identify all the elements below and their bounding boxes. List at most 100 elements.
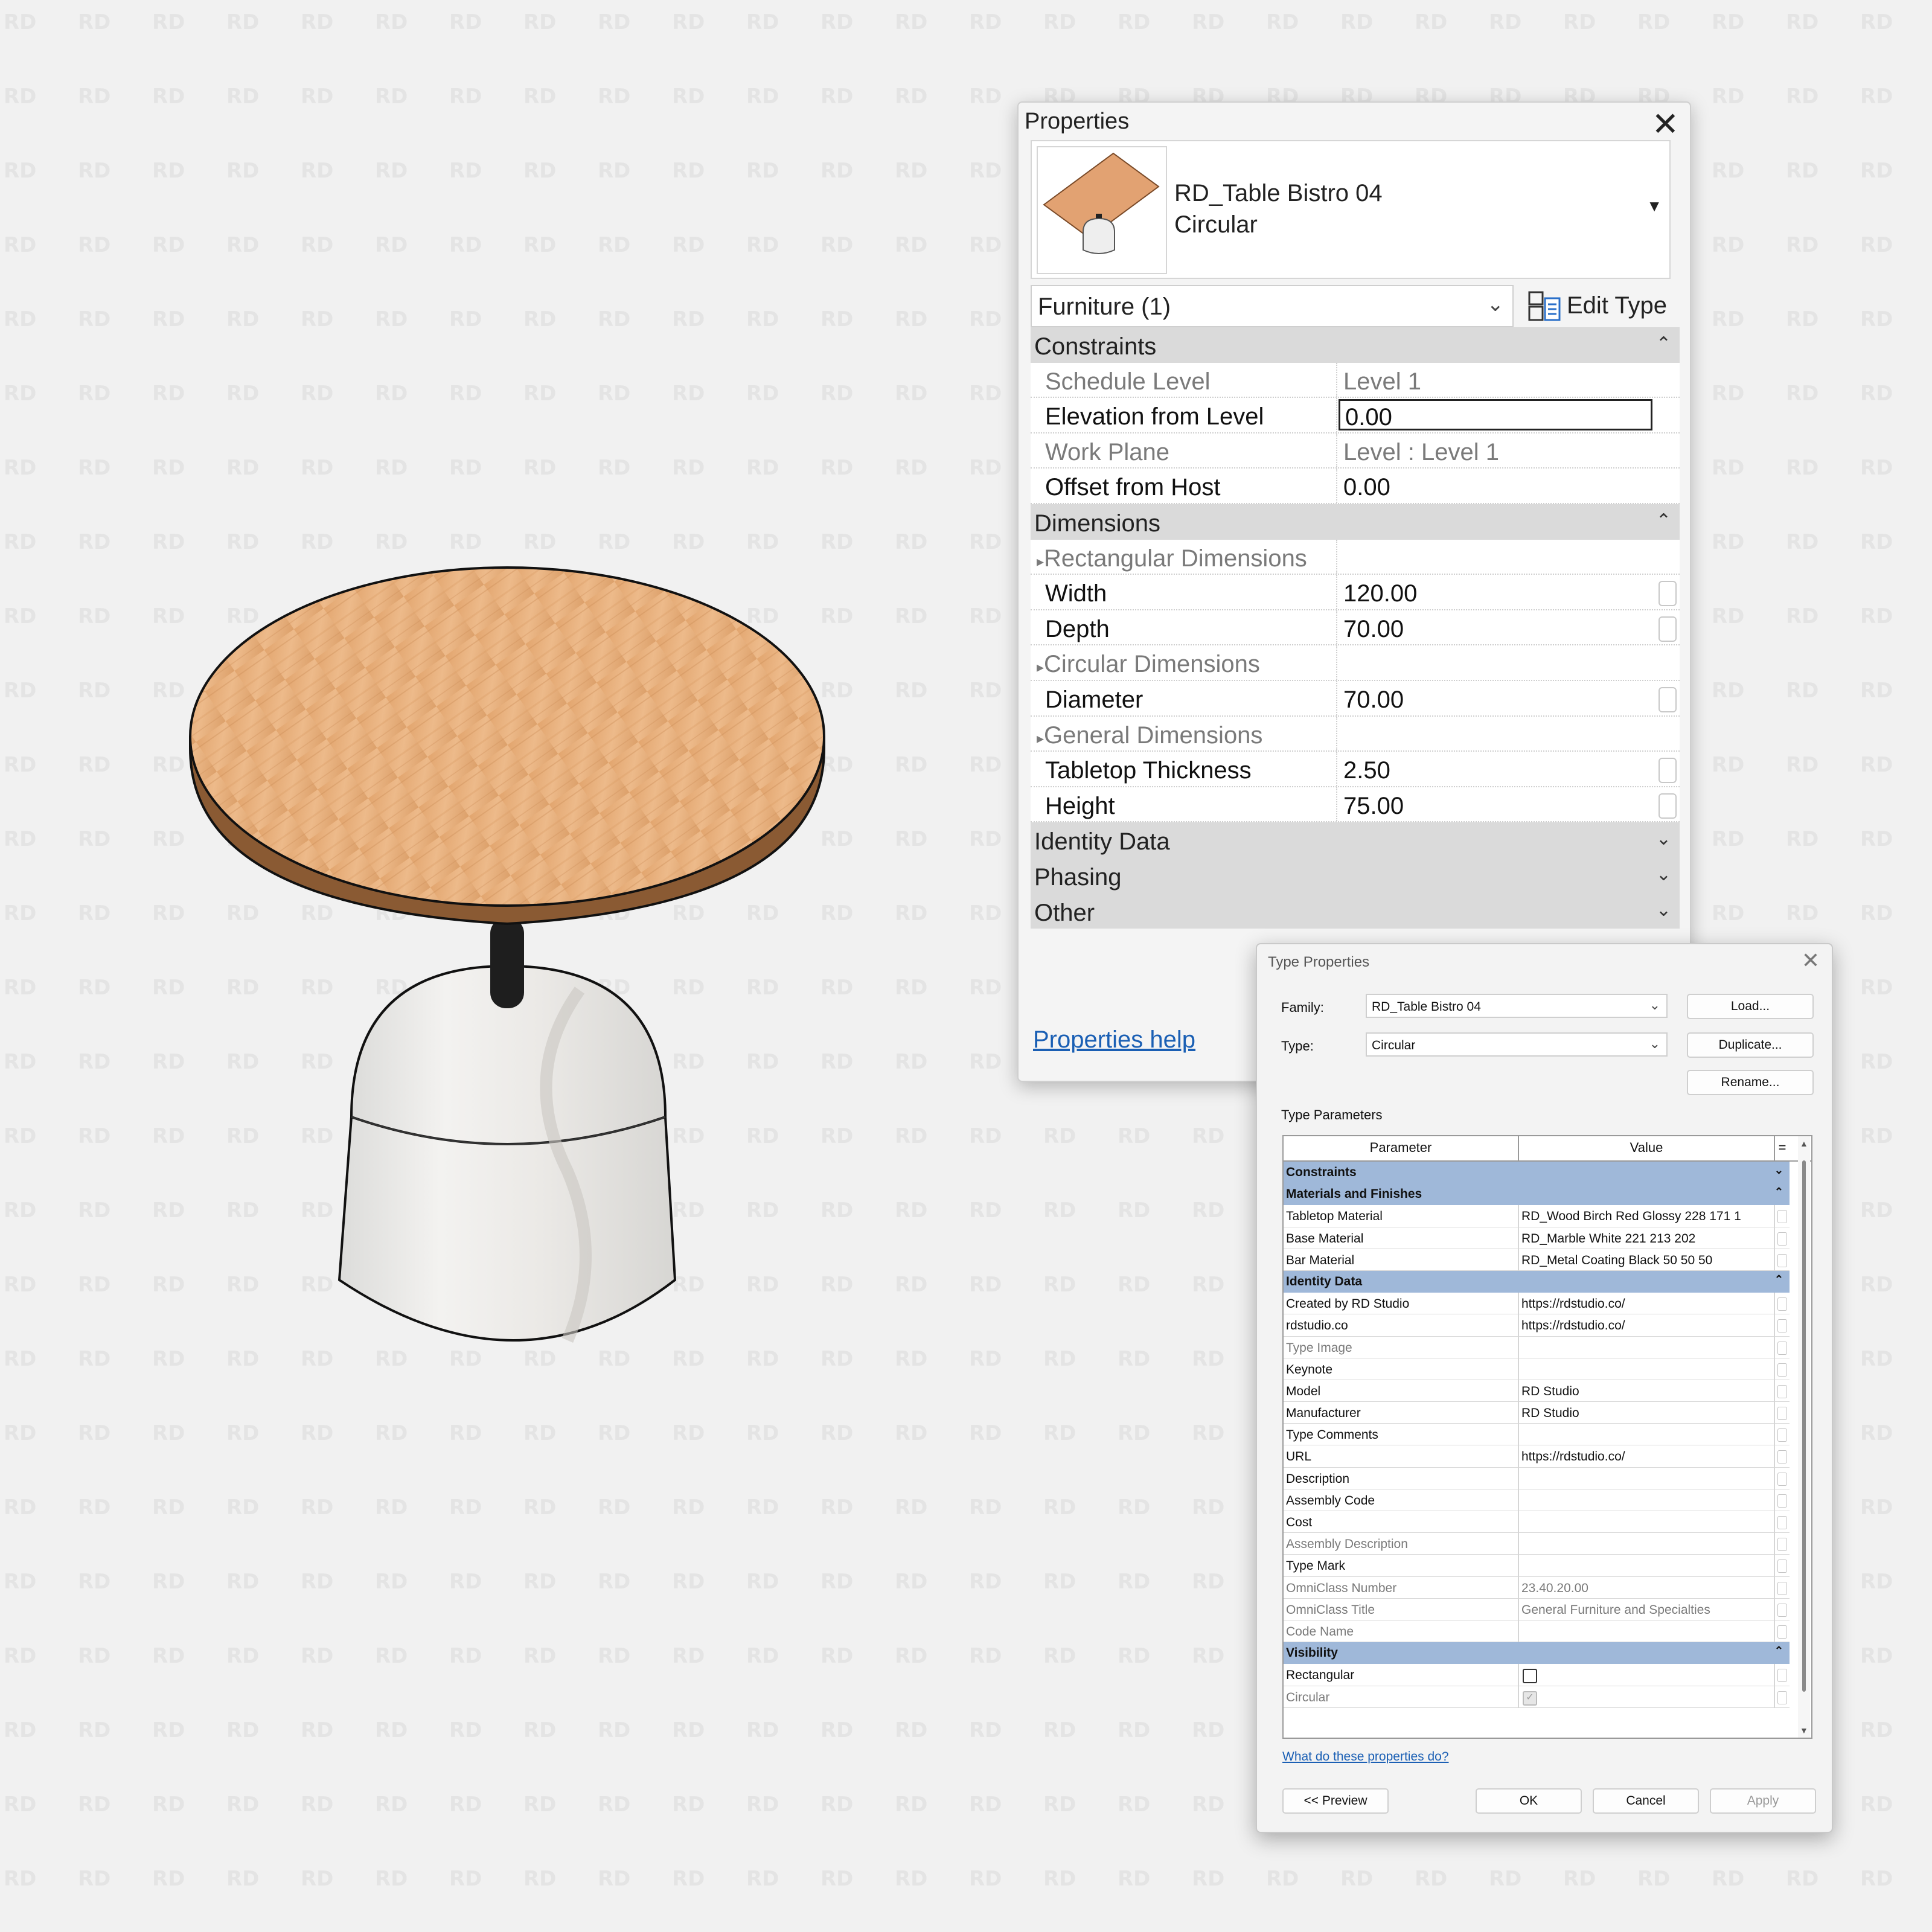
param-row[interactable]: Type Mark <box>1284 1555 1790 1577</box>
param-row[interactable]: Manufacturer RD Studio <box>1284 1402 1790 1424</box>
group-constraints[interactable]: Constraints ⌃ <box>1031 327 1680 363</box>
associate-parameter-button[interactable] <box>1777 1494 1787 1508</box>
param-row[interactable]: Code Name <box>1284 1620 1790 1643</box>
column-formula[interactable]: = <box>1775 1136 1790 1160</box>
param-row[interactable]: Tabletop Material RD_Wood Birch Red Gloss… <box>1284 1205 1790 1227</box>
param-value[interactable]: RD_Metal Coating Black 50 50 50 <box>1521 1253 1769 1268</box>
group-dimensions[interactable]: Dimensions ⌃ <box>1031 504 1680 540</box>
param-value[interactable]: 70.00 <box>1339 610 1652 645</box>
associate-parameter-button[interactable] <box>1659 758 1677 784</box>
param-row[interactable]: Created by RD Studio https://rdstudio.co/ <box>1284 1293 1790 1315</box>
param-row[interactable]: Elevation from Level 0.00 <box>1031 398 1680 433</box>
expand-icon[interactable]: ⌄ <box>1656 864 1671 885</box>
expand-icon[interactable]: ⌄ <box>1656 900 1671 921</box>
scroll-up-icon[interactable]: ▲ <box>1800 1139 1808 1148</box>
param-row[interactable]: rdstudio.co https://rdstudio.co/ <box>1284 1314 1790 1337</box>
param-value[interactable]: https://rdstudio.co/ <box>1521 1319 1769 1333</box>
associate-parameter-button[interactable] <box>1659 686 1677 712</box>
associate-parameter-button[interactable] <box>1777 1690 1787 1704</box>
param-row[interactable]: Tabletop Thickness 2.50 <box>1031 752 1680 787</box>
ok-button[interactable]: OK <box>1476 1788 1582 1814</box>
param-row[interactable]: Model RD Studio <box>1284 1380 1790 1403</box>
param-row[interactable]: URL https://rdstudio.co/ <box>1284 1445 1790 1468</box>
param-row[interactable]: Schedule Level Level 1 <box>1031 362 1680 398</box>
expand-triangle-icon[interactable]: ▸ <box>1037 659 1044 676</box>
instance-filter-dropdown[interactable]: Furniture (1) ⌄ <box>1031 285 1514 327</box>
param-value[interactable]: https://rdstudio.co/ <box>1521 1450 1769 1464</box>
associate-parameter-button[interactable] <box>1777 1581 1787 1595</box>
type-selector[interactable]: RD_Table Bistro 04 Circular ▼ <box>1031 140 1671 279</box>
param-row[interactable]: Bar Material RD_Metal Coating Black 50 50… <box>1284 1249 1790 1271</box>
param-value[interactable]: General Furniture and Specialties <box>1521 1603 1769 1617</box>
preview-button[interactable]: << Preview <box>1282 1788 1389 1814</box>
scroll-down-icon[interactable]: ▼ <box>1800 1726 1808 1735</box>
associate-parameter-button[interactable] <box>1777 1210 1787 1224</box>
cancel-button[interactable]: Cancel <box>1593 1788 1699 1814</box>
param-value[interactable]: https://rdstudio.co/ <box>1521 1297 1769 1311</box>
param-value[interactable]: RD Studio <box>1521 1384 1769 1399</box>
caret-down-icon[interactable]: ▼ <box>1646 197 1662 216</box>
collapse-icon[interactable]: ⌃ <box>1774 1645 1783 1657</box>
associate-parameter-button[interactable] <box>1777 1559 1787 1573</box>
param-value[interactable]: RD Studio <box>1521 1406 1769 1421</box>
scrollbar-thumb[interactable] <box>1802 1160 1806 1692</box>
associate-parameter-button[interactable] <box>1777 1407 1787 1421</box>
param-row[interactable]: Rectangular <box>1284 1664 1790 1686</box>
associate-parameter-button[interactable] <box>1777 1319 1787 1333</box>
param-value[interactable]: RD_Wood Birch Red Glossy 228 171 1 <box>1521 1209 1769 1224</box>
type-dropdown[interactable]: Circular ⌄ <box>1366 1032 1668 1057</box>
associate-parameter-button[interactable] <box>1777 1625 1787 1639</box>
expand-icon[interactable]: ⌄ <box>1774 1164 1783 1177</box>
param-row[interactable]: Offset from Host 0.00 <box>1031 469 1680 504</box>
param-value[interactable]: RD_Marble White 221 213 202 <box>1521 1232 1769 1246</box>
associate-parameter-button[interactable] <box>1777 1516 1787 1529</box>
subgroup-row[interactable]: ▸General Dimensions <box>1031 716 1680 752</box>
param-row[interactable]: Base Material RD_Marble White 221 213 202 <box>1284 1227 1790 1249</box>
group-identity-data[interactable]: Identity Data ⌄ <box>1031 822 1680 858</box>
associate-parameter-button[interactable] <box>1777 1450 1787 1464</box>
param-row[interactable]: Type Image <box>1284 1336 1790 1358</box>
param-value[interactable]: 120.00 <box>1339 575 1652 609</box>
visibility-checkbox[interactable] <box>1523 1669 1537 1684</box>
associate-parameter-button[interactable] <box>1777 1363 1787 1377</box>
param-row[interactable]: Height 75.00 <box>1031 787 1680 823</box>
param-row[interactable]: Circular ✓ <box>1284 1686 1790 1708</box>
collapse-icon[interactable]: ⌃ <box>1774 1273 1783 1286</box>
param-row[interactable]: Assembly Code <box>1284 1489 1790 1511</box>
param-row[interactable]: Cost <box>1284 1511 1790 1534</box>
associate-parameter-button[interactable] <box>1777 1669 1787 1683</box>
group-identity[interactable]: Identity Data ⌃ <box>1284 1270 1790 1293</box>
param-row[interactable]: Work Plane Level : Level 1 <box>1031 433 1680 469</box>
group-phasing[interactable]: Phasing ⌄ <box>1031 857 1680 894</box>
collapse-icon[interactable]: ⌃ <box>1774 1186 1783 1198</box>
associate-parameter-button[interactable] <box>1777 1384 1787 1398</box>
expand-icon[interactable]: ⌄ <box>1656 828 1671 849</box>
param-value[interactable]: 70.00 <box>1339 681 1652 715</box>
associate-parameter-button[interactable] <box>1659 616 1677 642</box>
associate-parameter-button[interactable] <box>1777 1341 1787 1355</box>
param-row[interactable]: Width 120.00 <box>1031 575 1680 610</box>
associate-parameter-button[interactable] <box>1777 1232 1787 1246</box>
associate-parameter-button[interactable] <box>1777 1472 1787 1486</box>
subgroup-row[interactable]: ▸Circular Dimensions <box>1031 645 1680 681</box>
vertical-scrollbar[interactable]: ▲ ▼ <box>1798 1136 1810 1738</box>
param-row[interactable]: Diameter 70.00 <box>1031 680 1680 717</box>
close-icon[interactable]: ✕ <box>1652 105 1679 143</box>
param-row[interactable]: Depth 70.00 <box>1031 610 1680 646</box>
group-visibility[interactable]: Visibility ⌃ <box>1284 1642 1790 1665</box>
associate-parameter-button[interactable] <box>1659 793 1677 819</box>
associate-parameter-button[interactable] <box>1777 1428 1787 1442</box>
param-value[interactable]: 2.50 <box>1339 752 1652 786</box>
visibility-checkbox[interactable]: ✓ <box>1523 1690 1537 1706</box>
associate-parameter-button[interactable] <box>1777 1538 1787 1552</box>
associate-parameter-button[interactable] <box>1659 581 1677 607</box>
collapse-icon[interactable]: ⌃ <box>1656 510 1671 531</box>
family-dropdown[interactable]: RD_Table Bistro 04 ⌄ <box>1366 994 1668 1018</box>
param-value-input[interactable]: 0.00 <box>1339 399 1652 431</box>
expand-triangle-icon[interactable]: ▸ <box>1037 554 1044 570</box>
column-value[interactable]: Value <box>1519 1136 1775 1160</box>
param-row[interactable]: Assembly Description <box>1284 1533 1790 1555</box>
apply-button[interactable]: Apply <box>1710 1788 1816 1814</box>
load-button[interactable]: Load... <box>1687 994 1814 1019</box>
param-row[interactable]: Description <box>1284 1467 1790 1489</box>
